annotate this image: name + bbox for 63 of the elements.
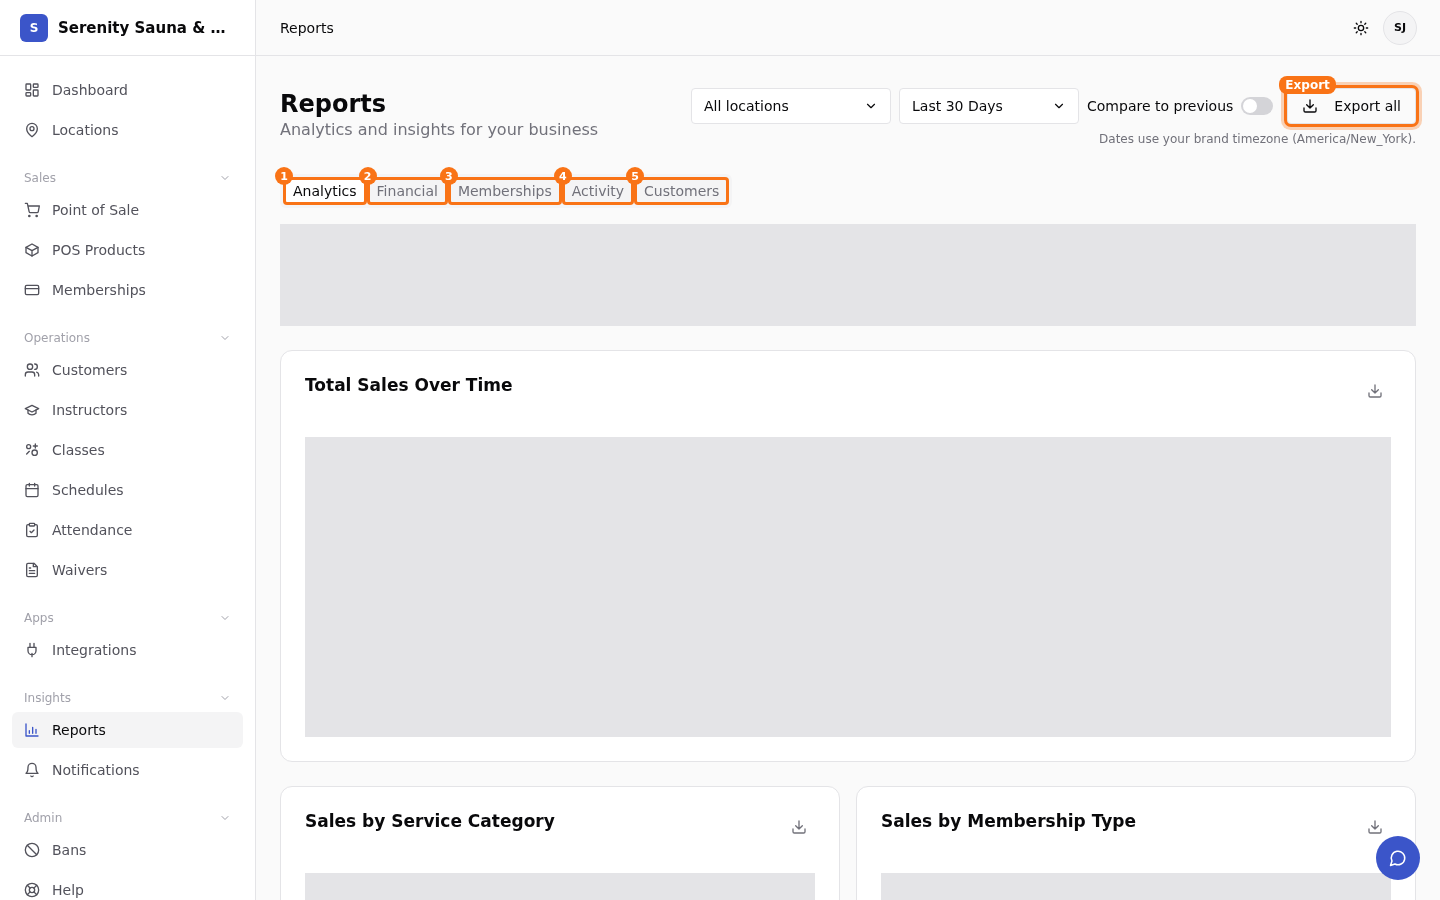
sidebar-item[interactable]: Classes xyxy=(12,432,243,468)
sidebar-item[interactable]: Notifications xyxy=(12,752,243,788)
lifebuoy-icon xyxy=(24,882,40,898)
sidebar-item[interactable]: Memberships xyxy=(12,272,243,308)
brand-name: Serenity Sauna & … xyxy=(58,18,226,37)
chat-icon xyxy=(1389,849,1407,867)
card-icon xyxy=(24,282,40,298)
sidebar-item[interactable]: Schedules xyxy=(12,472,243,508)
sidebar-item[interactable]: Instructors xyxy=(12,392,243,428)
sidebar-item[interactable]: Bans xyxy=(12,832,243,868)
bell-icon xyxy=(24,762,40,778)
package-icon xyxy=(24,242,40,258)
sidebar-item[interactable]: Help xyxy=(12,872,243,900)
user-avatar[interactable]: SJ xyxy=(1383,10,1417,45)
annotation-label: Export xyxy=(1279,76,1336,94)
annotation-badge: 3 xyxy=(439,167,458,185)
download-icon[interactable] xyxy=(1367,819,1383,835)
section-label: Sales xyxy=(24,171,56,185)
location-select[interactable]: All locations xyxy=(691,88,892,124)
section-label: Apps xyxy=(24,611,54,625)
section-label: Insights xyxy=(24,691,71,705)
download-icon[interactable] xyxy=(1367,383,1383,399)
sidebar-item[interactable]: POS Products xyxy=(12,232,243,268)
sidebar-item[interactable]: Point of Sale xyxy=(12,192,243,228)
sidebar-item[interactable]: Integrations xyxy=(12,632,243,668)
graduation-cap-icon xyxy=(24,402,40,418)
users-icon xyxy=(24,362,40,378)
page-subtitle: Analytics and insights for your business xyxy=(280,120,599,139)
annotation-badge: 2 xyxy=(358,167,377,185)
compare-toggle[interactable] xyxy=(1241,97,1274,115)
calendar-icon xyxy=(24,482,40,498)
sidebar-item[interactable]: Locations xyxy=(12,112,243,148)
download-icon xyxy=(1302,98,1319,114)
section-label: Admin xyxy=(24,811,63,825)
sidebar-item[interactable]: Dashboard xyxy=(12,72,243,108)
plug-icon xyxy=(24,642,40,658)
compare-label: Compare to previous xyxy=(1087,98,1234,114)
bar-chart-icon xyxy=(24,722,40,738)
annotation-badge: 4 xyxy=(553,167,572,185)
sidebar-item[interactable]: Customers xyxy=(12,352,243,388)
date-range-select[interactable]: Last 30 Days xyxy=(899,88,1080,124)
clipboard-check-icon xyxy=(24,522,40,538)
annotation-badge: 5 xyxy=(626,167,645,185)
document-icon xyxy=(24,562,40,578)
ban-icon xyxy=(24,842,40,858)
theme-toggle-icon[interactable] xyxy=(1353,19,1369,36)
card-title: Total Sales Over Time xyxy=(305,375,513,395)
map-pin-icon xyxy=(24,122,40,138)
shapes-icon xyxy=(24,442,40,458)
sidebar-item[interactable]: Waivers xyxy=(12,552,243,588)
breadcrumb: Reports xyxy=(280,19,334,36)
sidebar-item[interactable]: Reports xyxy=(12,712,243,748)
brand-logo: S xyxy=(20,13,48,42)
cart-icon xyxy=(24,202,40,218)
card-title: Sales by Service Category xyxy=(305,811,555,831)
dashboard-icon xyxy=(24,82,40,98)
download-icon[interactable] xyxy=(791,819,807,835)
card-title: Sales by Membership Type xyxy=(881,811,1137,831)
timezone-note: Dates use your brand timezone (America/New_York). xyxy=(1099,132,1416,146)
sidebar-item[interactable]: Attendance xyxy=(12,512,243,548)
annotation-badge: 1 xyxy=(275,167,293,185)
section-label: Operations xyxy=(24,331,90,345)
page-title: Reports xyxy=(280,89,388,120)
